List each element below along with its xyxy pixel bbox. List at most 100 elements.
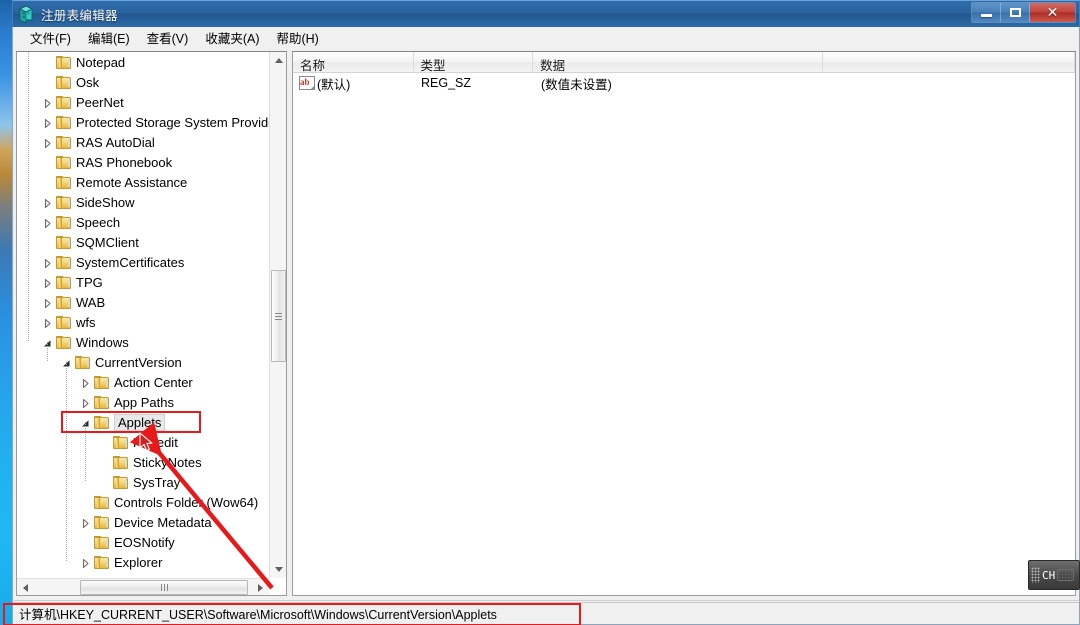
- regedit-icon: [18, 5, 36, 24]
- menu-edit[interactable]: 编辑(E): [80, 26, 139, 49]
- expand-chevron-icon[interactable]: [80, 517, 91, 528]
- chevron-left-icon: [23, 583, 28, 592]
- keyboard-icon[interactable]: [1057, 569, 1075, 581]
- tree-node-label: Action Center: [114, 374, 193, 390]
- tree-node-label: RAS AutoDial: [76, 134, 155, 150]
- registry-folder-icon: [56, 315, 71, 329]
- tree-vscroll-thumb[interactable]: [271, 270, 286, 362]
- expand-chevron-icon[interactable]: [80, 377, 91, 388]
- registry-folder-icon: [94, 395, 109, 409]
- list-rows: ab (默认) REG_SZ (数值未设置): [293, 73, 1075, 93]
- expand-chevron-icon[interactable]: [42, 257, 53, 268]
- tree-node-stickynotes[interactable]: StickyNotes: [17, 452, 269, 472]
- scroll-down-button[interactable]: [270, 561, 286, 578]
- tree-node-eosnotify[interactable]: EOSNotify: [17, 532, 269, 552]
- tree-node-explorer[interactable]: Explorer: [17, 552, 269, 572]
- chevron-right-icon: [258, 583, 263, 592]
- menu-favorites[interactable]: 收藏夹(A): [197, 26, 268, 49]
- expand-chevron-icon[interactable]: [42, 297, 53, 308]
- ime-language-label[interactable]: CH: [1042, 569, 1055, 582]
- tree-node-notepad[interactable]: Notepad: [17, 52, 269, 72]
- drag-grip-icon[interactable]: [1031, 567, 1040, 583]
- maximize-button[interactable]: [1001, 3, 1030, 22]
- tree-node-sqmclient[interactable]: SQMClient: [17, 232, 269, 252]
- tree-vertical-scrollbar[interactable]: [269, 52, 286, 578]
- expand-chevron-icon[interactable]: [80, 397, 91, 408]
- tree-guide-line: [28, 52, 29, 342]
- tree-node-label: PeerNet: [76, 94, 124, 110]
- tree-node-label: SysTray: [133, 474, 181, 490]
- registry-folder-icon: [56, 95, 71, 109]
- column-data[interactable]: 数据: [533, 52, 823, 72]
- tree-node-peernet[interactable]: PeerNet: [17, 92, 269, 112]
- scroll-right-button[interactable]: [252, 579, 269, 595]
- value-row[interactable]: ab (默认) REG_SZ (数值未设置): [293, 73, 1075, 93]
- tree-node-currentversion[interactable]: CurrentVersion: [17, 352, 269, 372]
- tree-node-controls-folder-wow64[interactable]: Controls Folder (Wow64): [17, 492, 269, 512]
- tree-node-ras-autodial[interactable]: RAS AutoDial: [17, 132, 269, 152]
- menu-view[interactable]: 查看(V): [139, 26, 198, 49]
- registry-folder-icon: [56, 275, 71, 289]
- registry-folder-icon: [94, 515, 109, 529]
- column-type[interactable]: 类型: [414, 52, 534, 72]
- registry-values-pane[interactable]: 名称 类型 数据 ab (默认) REG_SZ (数值未设置): [292, 51, 1076, 596]
- client-area: Notepad Osk PeerNet Protected Storage Syste…: [12, 48, 1080, 621]
- expand-chevron-icon[interactable]: [42, 217, 53, 228]
- maximize-icon: [1009, 8, 1021, 17]
- minimize-icon: [980, 14, 992, 17]
- scroll-up-button[interactable]: [270, 52, 286, 69]
- tree-node-action-center[interactable]: Action Center: [17, 372, 269, 392]
- tree-node-label: EOSNotify: [114, 534, 175, 550]
- tree-node-systemcertificates[interactable]: SystemCertificates: [17, 252, 269, 272]
- expand-chevron-icon[interactable]: [42, 317, 53, 328]
- tree-node-sideshow[interactable]: SideShow: [17, 192, 269, 212]
- menu-file[interactable]: 文件(F): [22, 26, 80, 49]
- tree-node-speech[interactable]: Speech: [17, 212, 269, 232]
- tree-hscroll-thumb[interactable]: [80, 580, 248, 595]
- tree-node-label: Notepad: [76, 54, 126, 70]
- registry-folder-icon: [94, 535, 109, 549]
- registry-folder-icon: [75, 355, 90, 369]
- tree-node-protected-storage-system-provider[interactable]: Protected Storage System Provider: [17, 112, 269, 132]
- status-path: 计算机\HKEY_CURRENT_USER\Software\Microsoft…: [13, 602, 1079, 623]
- tree-node-regedit[interactable]: Regedit: [17, 432, 269, 452]
- tree-node-ras-phonebook[interactable]: RAS Phonebook: [17, 152, 269, 172]
- tree-node-label: Speech: [76, 214, 121, 230]
- menu-help[interactable]: 帮助(H): [268, 26, 327, 49]
- tree-node-applets[interactable]: Applets: [17, 412, 269, 432]
- expand-chevron-icon[interactable]: [42, 277, 53, 288]
- tree-horizontal-scrollbar[interactable]: [17, 578, 269, 595]
- expand-chevron-icon[interactable]: [42, 197, 53, 208]
- window-title: 注册表编辑器: [41, 8, 118, 23]
- tree-node-label: Protected Storage System Provider: [76, 114, 269, 130]
- tree-node-app-paths[interactable]: App Paths: [17, 392, 269, 412]
- tree-node-systray[interactable]: SysTray: [17, 472, 269, 492]
- tree-node-remote-assistance[interactable]: Remote Assistance: [17, 172, 269, 192]
- tree-node-label: Remote Assistance: [76, 174, 188, 190]
- tree-node-wfs[interactable]: wfs: [17, 312, 269, 332]
- minimize-button[interactable]: [972, 3, 1001, 22]
- ime-language-bar[interactable]: CH: [1028, 560, 1080, 590]
- chevron-up-icon: [274, 58, 283, 63]
- expand-chevron-icon[interactable]: [42, 117, 53, 128]
- column-name[interactable]: 名称: [293, 52, 414, 72]
- registry-folder-icon: [56, 255, 71, 269]
- tree-node-osk[interactable]: Osk: [17, 72, 269, 92]
- expand-chevron-icon[interactable]: [42, 137, 53, 148]
- tree-node-tpg[interactable]: TPG: [17, 272, 269, 292]
- tree-node-wab[interactable]: WAB: [17, 292, 269, 312]
- tree-guide-line: [85, 422, 86, 482]
- expand-chevron-icon[interactable]: [42, 97, 53, 108]
- column-blank[interactable]: [823, 52, 1075, 72]
- tree-node-label: CurrentVersion: [95, 354, 182, 370]
- scroll-left-button[interactable]: [17, 579, 34, 595]
- registry-folder-icon: [56, 335, 71, 349]
- registry-tree-pane[interactable]: Notepad Osk PeerNet Protected Storage Syste…: [16, 51, 287, 596]
- tree-node-device-metadata[interactable]: Device Metadata: [17, 512, 269, 532]
- list-column-headers: 名称 类型 数据: [293, 52, 1075, 73]
- registry-folder-icon: [56, 75, 71, 89]
- tree-node-windows[interactable]: Windows: [17, 332, 269, 352]
- close-button[interactable]: ✕: [1030, 3, 1075, 22]
- expand-chevron-icon[interactable]: [80, 557, 91, 568]
